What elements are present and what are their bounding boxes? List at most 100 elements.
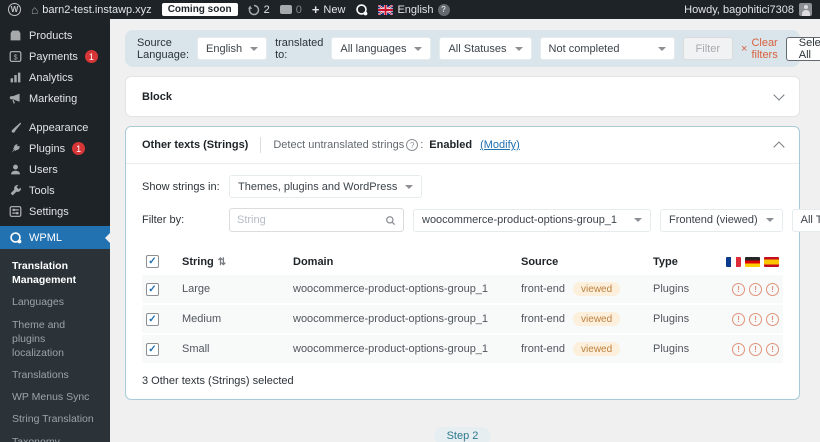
translation-status-icon[interactable]: ! [732, 282, 745, 296]
source-language-select[interactable]: English [197, 37, 268, 60]
type-cell: Plugins [653, 343, 690, 355]
frontend-filter-select[interactable]: Frontend (viewed) [660, 208, 783, 232]
submenu-theme-plugins-localization[interactable]: Theme and plugins localization [0, 314, 110, 365]
comments-count: 0 [295, 3, 302, 16]
help-icon[interactable]: ? [406, 139, 419, 152]
sidebar-item-wpml[interactable]: WPML [0, 226, 111, 249]
new-content-menu[interactable]: + New [312, 3, 346, 16]
type-cell: Plugins [653, 283, 690, 295]
source-language-label: Source Language: [137, 36, 189, 61]
sidebar-item-payments[interactable]: $ Payments 1 [0, 46, 110, 67]
sidebar-item-label: Products [29, 29, 73, 42]
string-search-input[interactable] [237, 214, 379, 226]
select-all-checkbox[interactable]: ✓ [146, 255, 159, 268]
translation-status-icon[interactable]: ! [732, 312, 745, 326]
account-menu[interactable]: Howdy, bagohitici7308 [684, 3, 812, 16]
coming-soon-badge: Coming soon [161, 3, 238, 16]
source-cell: front-end viewed [521, 342, 653, 356]
wpml-adminbar-menu[interactable] [355, 3, 368, 16]
wpml-logo-icon [356, 4, 368, 16]
strings-panel-title: Other texts (Strings) [142, 139, 249, 151]
show-strings-select[interactable]: Themes, plugins and WordPress [229, 175, 423, 198]
translation-status-icon[interactable]: ! [732, 342, 745, 356]
viewed-badge: viewed [573, 282, 621, 296]
detect-untranslated-label: Detect untranslated strings?: [273, 139, 423, 152]
translation-status-icon[interactable]: ! [766, 282, 779, 296]
domain-filter-select[interactable]: woocommerce-product-options-group_1 [413, 208, 651, 232]
admin-bar: W ⌂ barn2-test.instawp.xyz Coming soon 2… [0, 0, 820, 19]
block-panel[interactable]: Block [125, 76, 800, 117]
modify-link[interactable]: (Modify) [480, 139, 520, 151]
chevron-up-icon[interactable] [773, 141, 785, 153]
sidebar-item-label: WPML [29, 231, 62, 244]
comments-menu[interactable]: 0 [279, 3, 302, 16]
avatar [799, 3, 812, 16]
sidebar-item-plugins[interactable]: Plugins 1 [0, 138, 110, 159]
detect-label-text: Detect untranslated strings [273, 138, 405, 151]
select-all-button[interactable]: Select All [785, 36, 820, 61]
filter-button[interactable]: Filter [682, 37, 733, 60]
sidebar-item-settings[interactable]: Settings [0, 201, 110, 222]
sidebar-item-appearance[interactable]: Appearance [0, 117, 110, 138]
translation-status-icon[interactable]: ! [749, 342, 762, 356]
sidebar-item-products[interactable]: Products [0, 25, 110, 46]
submenu-string-translation[interactable]: String Translation [0, 408, 110, 430]
row-checkbox[interactable]: ✓ [146, 342, 159, 356]
table-row: ✓ Medium woocommerce-product-options-gro… [142, 305, 783, 335]
sidebar-item-tools[interactable]: Tools [0, 180, 110, 201]
submenu-translation-management[interactable]: Translation Management [0, 255, 110, 291]
source-language-value: English [206, 42, 243, 55]
target-language-select[interactable]: All languages [331, 37, 432, 60]
column-string[interactable]: String ⇅ [182, 256, 293, 268]
target-language-value: All languages [340, 42, 407, 55]
sidebar-separator [0, 109, 110, 117]
chevron-down-icon [657, 46, 666, 55]
language-switcher[interactable]: English ? [378, 3, 450, 16]
sidebar-item-analytics[interactable]: Analytics [0, 67, 110, 88]
sidebar-item-marketing[interactable]: Marketing [0, 88, 110, 109]
sidebar-item-label: Tools [29, 184, 55, 197]
translation-status-icon[interactable]: ! [749, 312, 762, 326]
row-checkbox[interactable]: ✓ [146, 282, 159, 296]
submenu-wp-menus-sync[interactable]: WP Menus Sync [0, 386, 110, 408]
string-cell: Large [182, 283, 211, 295]
completion-select[interactable]: Not completed [539, 37, 675, 60]
submenu-languages[interactable]: Languages [0, 291, 110, 313]
priority-filter-select[interactable]: All Translation Priorities [791, 208, 820, 232]
sidebar-item-users[interactable]: Users [0, 159, 110, 180]
clear-filters-label: Clear filters [751, 36, 778, 61]
submenu-taxonomy-translation[interactable]: Taxonomy translation [0, 431, 110, 442]
clear-filters-link[interactable]: × Clear filters [741, 37, 778, 61]
selection-summary: 3 Other texts (Strings) selected [142, 375, 294, 387]
sidebar-item-label: Users [29, 163, 58, 176]
step-badge: Step 2 [433, 427, 492, 442]
sort-icon[interactable]: ⇅ [218, 257, 226, 268]
chevron-down-icon [634, 218, 642, 226]
strings-panel-controls: Show strings in: Themes, plugins and Wor… [126, 164, 820, 246]
submenu-translations[interactable]: Translations [0, 364, 110, 386]
settings-icon [9, 205, 22, 218]
row-checkbox[interactable]: ✓ [146, 312, 159, 326]
filter-by-label: Filter by: [142, 214, 185, 226]
chevron-down-icon[interactable] [773, 89, 785, 101]
translation-status-icon[interactable]: ! [766, 342, 779, 356]
completion-value: Not completed [548, 42, 620, 55]
wpml-submenu: Translation Management Languages Theme a… [0, 249, 110, 442]
plus-icon: + [311, 2, 320, 17]
site-name-link[interactable]: ⌂ barn2-test.instawp.xyz [31, 4, 152, 16]
wordpress-logo-icon[interactable]: W [8, 3, 21, 16]
translated-to-label: translated to: [275, 36, 324, 61]
german-flag-icon [745, 256, 760, 267]
frontend-filter-value: Frontend (viewed) [669, 214, 758, 226]
updates-menu[interactable]: 2 [247, 4, 270, 16]
strings-panel: Other texts (Strings) Detect untranslate… [125, 126, 820, 400]
marketing-icon [9, 93, 20, 104]
status-select[interactable]: All Statuses [439, 37, 532, 60]
sidebar-item-label: Appearance [29, 121, 89, 134]
show-strings-value: Themes, plugins and WordPress [238, 180, 398, 193]
translation-status-icon[interactable]: ! [766, 312, 779, 326]
payments-badge: 1 [84, 50, 98, 63]
plugins-icon [11, 143, 20, 153]
source-value: front-end [521, 313, 566, 325]
translation-status-icon[interactable]: ! [749, 282, 762, 296]
